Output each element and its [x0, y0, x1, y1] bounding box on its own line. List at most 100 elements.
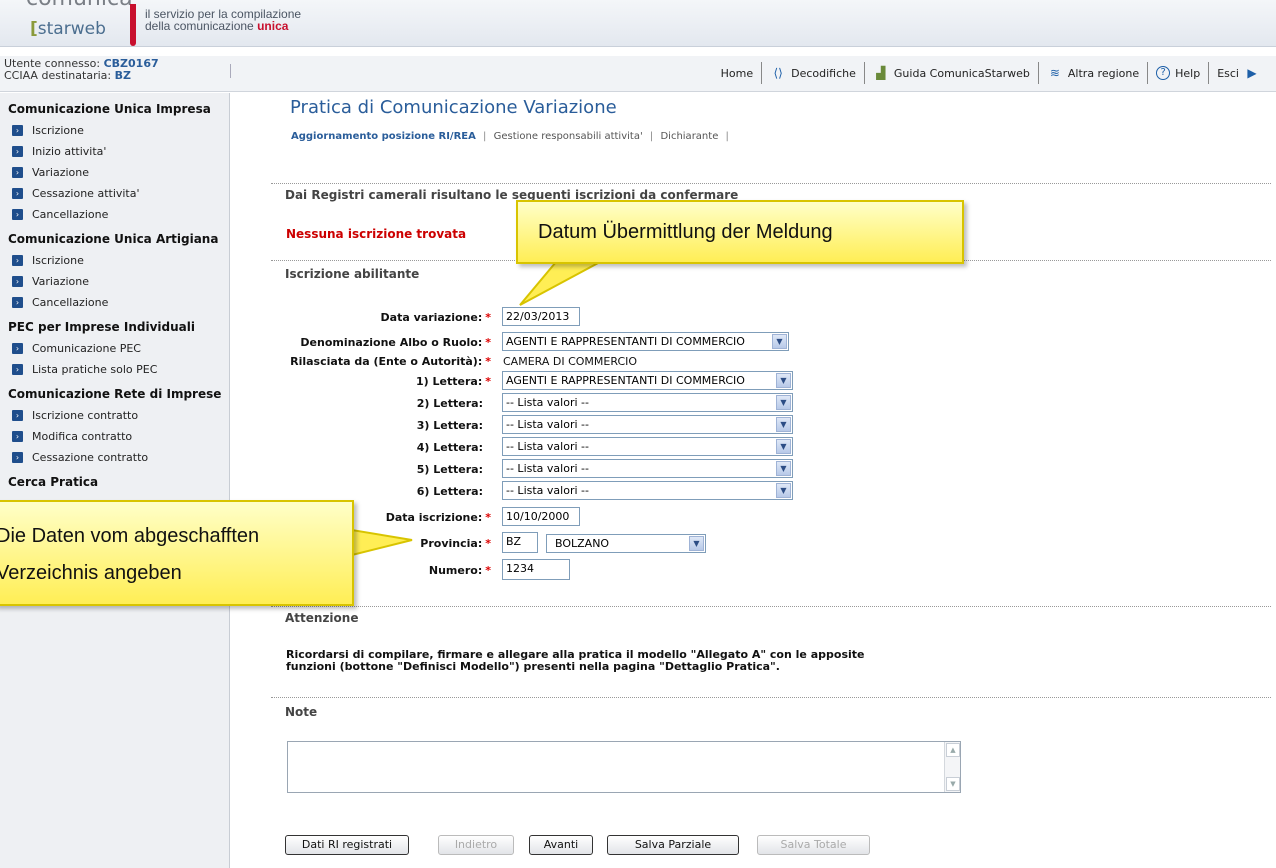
lettera6-label: 6) Lettera:	[416, 485, 483, 498]
sidebar-item-cessazione-contratto[interactable]: › Cessazione contratto	[0, 447, 229, 468]
chevron-down-icon: ▼	[772, 334, 787, 349]
lettera4-select[interactable]: -- Lista valori -- ▼	[502, 437, 793, 456]
nav-guida[interactable]: ▟ Guida ComunicaStarweb	[865, 62, 1039, 84]
sidebar-section-rete: Comunicazione Rete di Imprese	[8, 387, 222, 401]
bullet-arrow-icon: ›	[12, 410, 23, 421]
callout-daten: Die Daten vom abgeschafften Verzeichnis …	[0, 500, 354, 606]
textarea-scrollbar[interactable]: ▲ ▼	[944, 742, 960, 792]
sidebar-item-cerca-pratica[interactable]: Cerca Pratica	[0, 472, 229, 493]
chevron-down-icon: ▼	[776, 395, 791, 410]
sidebar-item-cancellazione[interactable]: › Cancellazione	[0, 204, 229, 225]
sidebar-item-cessazione-attivita[interactable]: › Cessazione attivita'	[0, 183, 229, 204]
guide-icon: ▟	[876, 66, 886, 80]
help-icon: ?	[1156, 66, 1171, 80]
divider	[230, 64, 231, 78]
bullet-arrow-icon: ›	[12, 167, 23, 178]
data-iscrizione-input[interactable]: 10/10/2000	[502, 507, 580, 526]
note-textarea[interactable]: ▲ ▼	[287, 741, 961, 793]
user-info: Utente connesso: CBZ0167 CCIAA destinata…	[4, 57, 159, 82]
denominazione-label: Denominazione Albo o Ruolo: *	[300, 336, 491, 349]
dati-ri-button[interactable]: Dati RI registrati	[285, 835, 409, 855]
lettera5-label: 5) Lettera:	[416, 463, 483, 476]
bullet-arrow-icon: ›	[12, 188, 23, 199]
data-iscrizione-label: Data iscrizione: *	[385, 511, 491, 524]
nav-esci[interactable]: Esci ▶	[1209, 62, 1268, 84]
cciaa-code: BZ	[114, 69, 131, 82]
lettera2-select[interactable]: -- Lista valori -- ▼	[502, 393, 793, 412]
scroll-down-icon[interactable]: ▼	[946, 777, 960, 791]
provincia-label: Provincia: *	[420, 537, 491, 550]
attenzione-text: Ricordarsi di compilare, firmare e alleg…	[286, 648, 865, 673]
callout-datum-text: Datum Übermittlung der Meldung	[538, 221, 833, 243]
numero-input[interactable]: 1234	[502, 559, 570, 580]
chevron-down-icon: ▼	[776, 483, 791, 498]
nav-help[interactable]: ? Help	[1148, 62, 1210, 84]
numero-label: Numero: *	[428, 564, 491, 577]
page-title: Pratica di Comunicazione Variazione	[290, 97, 617, 118]
top-bar: Utente connesso: CBZ0167 CCIAA destinata…	[0, 56, 1276, 92]
region-icon: ≋	[1049, 66, 1060, 80]
attenzione-heading: Attenzione	[285, 611, 359, 625]
scroll-up-icon[interactable]: ▲	[946, 743, 960, 757]
data-variazione-input[interactable]: 22/03/2013	[502, 307, 580, 326]
callout-daten-text: Die Daten vom abgeschafften Verzeichnis …	[0, 525, 260, 584]
bullet-arrow-icon: ›	[12, 452, 23, 463]
salva-parziale-button[interactable]: Salva Parziale	[607, 835, 739, 855]
bullet-arrow-icon: ›	[12, 125, 23, 136]
divider	[271, 697, 1271, 698]
lettera1-select[interactable]: AGENTI E RAPPRESENTANTI DI COMMERCIO ▼	[502, 371, 793, 390]
app-header: comunica [starweb il servizio per la com…	[0, 0, 1276, 47]
bullet-arrow-icon: ›	[12, 276, 23, 287]
sidebar-item-lista-pec[interactable]: › Lista pratiche solo PEC	[0, 359, 229, 380]
nav-altra-regione[interactable]: ≋ Altra regione	[1039, 62, 1149, 84]
sidebar-item-variazione[interactable]: › Variazione	[0, 162, 229, 183]
indietro-button[interactable]: Indietro	[438, 835, 514, 855]
exit-arrow-icon: ▶	[1247, 66, 1257, 80]
subnav-aggiornamento[interactable]: Aggiornamento posizione RI/REA	[291, 131, 476, 142]
bullet-arrow-icon: ›	[12, 146, 23, 157]
sidebar-section-impresa: Comunicazione Unica Impresa	[8, 102, 211, 116]
note-heading: Note	[285, 705, 318, 719]
salva-totale-button[interactable]: Salva Totale	[757, 835, 870, 855]
rilasciata-label: Rilasciata da (Ente o Autorità): *	[290, 355, 491, 368]
provincia-code-input[interactable]: BZ	[502, 532, 538, 553]
sidebar-item-artigiana-iscrizione[interactable]: › Iscrizione	[0, 250, 229, 271]
provincia-select[interactable]: BOLZANO ▼	[546, 534, 706, 553]
data-variazione-label: Data variazione: *	[380, 311, 491, 324]
bullet-arrow-icon: ›	[12, 431, 23, 442]
sidebar-item-inizio-attivita[interactable]: › Inizio attivita'	[0, 141, 229, 162]
bullet-arrow-icon: ›	[12, 364, 23, 375]
avanti-button[interactable]: Avanti	[529, 835, 593, 855]
lettera4-label: 4) Lettera:	[416, 441, 483, 454]
lettera1-label: 1) Lettera: *	[416, 375, 491, 388]
sidebar-item-artigiana-variazione[interactable]: › Variazione	[0, 271, 229, 292]
callout-datum: Datum Übermittlung der Meldung	[516, 200, 964, 264]
subnav-dichiarante[interactable]: Dichiarante	[660, 131, 718, 142]
sidebar-section-pec: PEC per Imprese Individuali	[8, 320, 195, 334]
lettera2-label: 2) Lettera:	[416, 397, 483, 410]
divider	[271, 183, 1271, 184]
divider	[271, 606, 1271, 607]
chevron-down-icon: ▼	[776, 373, 791, 388]
tagline: il servizio per la compilazione della co…	[145, 7, 302, 33]
nav-decodifiche[interactable]: ⟨⟩ Decodifiche	[762, 62, 865, 84]
sidebar-item-comunicazione-pec[interactable]: › Comunicazione PEC	[0, 338, 229, 359]
bullet-arrow-icon: ›	[12, 255, 23, 266]
chevron-down-icon: ▼	[776, 417, 791, 432]
sidebar-item-artigiana-cancellazione[interactable]: › Cancellazione	[0, 292, 229, 313]
lettera6-select[interactable]: -- Lista valori -- ▼	[502, 481, 793, 500]
lettera3-label: 3) Lettera:	[416, 419, 483, 432]
chevron-down-icon: ▼	[689, 536, 704, 551]
nav-home[interactable]: Home	[713, 62, 763, 84]
code-brackets-icon: ⟨⟩	[773, 66, 783, 80]
sidebar-section-artigiana: Comunicazione Unica Artigiana	[8, 232, 219, 246]
sidebar-item-iscrizione-contratto[interactable]: › Iscrizione contratto	[0, 405, 229, 426]
chevron-down-icon: ▼	[776, 461, 791, 476]
lettera5-select[interactable]: -- Lista valori -- ▼	[502, 459, 793, 478]
sidebar-item-modifica-contratto[interactable]: › Modifica contratto	[0, 426, 229, 447]
denominazione-select[interactable]: AGENTI E RAPPRESENTANTI DI COMMERCIO ▼	[502, 332, 789, 351]
subnav-gestione-responsabili[interactable]: Gestione responsabili attivita'	[494, 131, 643, 142]
lettera3-select[interactable]: -- Lista valori -- ▼	[502, 415, 793, 434]
bullet-arrow-icon: ›	[12, 343, 23, 354]
sidebar-item-iscrizione[interactable]: › Iscrizione	[0, 120, 229, 141]
